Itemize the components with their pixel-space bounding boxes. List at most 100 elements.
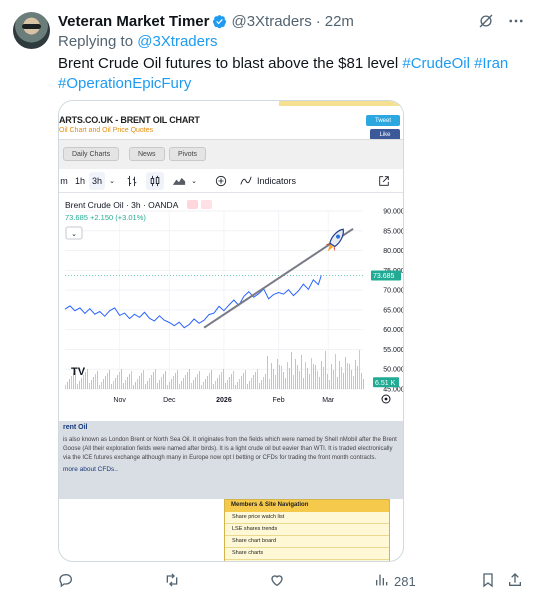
volume-bar bbox=[183, 378, 184, 389]
tweet-header: Veteran Market Timer @3Xtraders · 22m bbox=[58, 11, 354, 31]
views-button[interactable]: 281 bbox=[374, 572, 416, 590]
volume-bar bbox=[363, 379, 364, 389]
share-button[interactable] bbox=[507, 572, 523, 590]
separator-dot: · bbox=[315, 12, 321, 30]
y-tick-label: 45.000 bbox=[383, 387, 404, 394]
chart-price-change: 73.685 +2.150 (+3.01%) bbox=[65, 213, 146, 222]
timestamp[interactable]: 22m bbox=[325, 13, 354, 30]
volume-bar bbox=[359, 350, 360, 389]
volume-bar bbox=[309, 374, 310, 389]
site-tweet-button: Tweet bbox=[366, 115, 400, 126]
volume-bar bbox=[295, 359, 296, 389]
volume-bar bbox=[203, 382, 204, 389]
volume-bar bbox=[169, 382, 170, 389]
hashtag-link[interactable]: #CrudeOil bbox=[402, 55, 470, 72]
retweet-button[interactable] bbox=[164, 572, 180, 590]
volume-bar bbox=[151, 375, 152, 389]
volume-bar bbox=[227, 380, 228, 389]
replying-to-prefix: Replying to bbox=[58, 33, 134, 50]
like-icon bbox=[269, 572, 285, 591]
volume-bar bbox=[133, 385, 134, 389]
volume-bar bbox=[257, 369, 258, 389]
volume-bar bbox=[361, 373, 362, 389]
nav-item: Share price watch list bbox=[225, 512, 389, 524]
site-tab: Pivots bbox=[169, 147, 207, 161]
author-name[interactable]: Veteran Market Timer bbox=[58, 13, 209, 30]
volume-bar bbox=[287, 362, 288, 389]
volume-bar bbox=[241, 376, 242, 389]
site-top-bar bbox=[279, 101, 403, 106]
like-button[interactable] bbox=[269, 572, 285, 590]
volume-bar bbox=[265, 374, 266, 389]
volume-bar bbox=[127, 377, 128, 389]
info-title: rent Oil bbox=[63, 424, 88, 431]
x-tick-label: 2026 bbox=[216, 397, 232, 404]
tweet: Veteran Market Timer @3Xtraders · 22m Re… bbox=[0, 0, 539, 596]
volume-bar bbox=[101, 382, 102, 389]
volume-bar bbox=[329, 380, 330, 389]
volume-bar bbox=[163, 374, 164, 389]
site-like-label: Like bbox=[379, 131, 391, 138]
volume-bar bbox=[225, 383, 226, 389]
volume-bar bbox=[177, 370, 178, 389]
volume-bar bbox=[337, 377, 338, 389]
volume-bar bbox=[143, 370, 144, 389]
tweet-text: Brent Crude Oil futures to blast above t… bbox=[58, 54, 520, 94]
y-tick-label: 80.000 bbox=[383, 248, 404, 255]
settings-gear-icon bbox=[381, 394, 391, 404]
bookmark-button[interactable] bbox=[480, 572, 496, 590]
volume-bar bbox=[237, 382, 238, 389]
chart-toolbar: m 1h 3h ⌄ ⌄ Indicators bbox=[59, 169, 403, 193]
volume-bar bbox=[139, 376, 140, 389]
site-tabs: Daily Charts News Pivots bbox=[59, 139, 403, 169]
area-chart-icon bbox=[171, 172, 187, 190]
replying-to-handle[interactable]: @3Xtraders bbox=[137, 33, 217, 50]
volume-bar bbox=[79, 381, 80, 389]
grok-icon[interactable] bbox=[477, 12, 495, 30]
volume-bar bbox=[95, 374, 96, 389]
bookmark-icon bbox=[480, 572, 496, 591]
verified-badge-icon[interactable] bbox=[212, 14, 227, 29]
tradingview-logo-icon: TV bbox=[71, 366, 86, 378]
volume-tag: 6.51 K bbox=[373, 377, 399, 388]
author-handle[interactable]: @3Xtraders bbox=[231, 13, 311, 30]
nav-item: Share charts bbox=[225, 548, 389, 560]
volume-bar bbox=[195, 377, 196, 389]
tweet-media[interactable]: ARTS.CO.UK - BRENT OIL CHART Oil Chart a… bbox=[58, 100, 404, 562]
avatar[interactable] bbox=[13, 12, 50, 49]
price-chart: 90.00085.00080.00075.00070.00065.00060.0… bbox=[59, 193, 404, 410]
volume-bar bbox=[113, 381, 114, 389]
volume-bar bbox=[299, 371, 300, 389]
volume-bar bbox=[189, 369, 190, 389]
volume-bar bbox=[159, 380, 160, 389]
snapshot-icon bbox=[377, 172, 391, 190]
hashtag-link[interactable]: #OperationEpicFury bbox=[58, 75, 191, 92]
more-icon[interactable] bbox=[507, 12, 525, 30]
chevron-down-icon: ⌄ bbox=[191, 177, 197, 185]
volume-bar bbox=[129, 374, 130, 389]
volume-bar bbox=[315, 365, 316, 389]
volume-bar bbox=[275, 375, 276, 389]
volume-bar bbox=[281, 366, 282, 389]
y-tick-label: 50.000 bbox=[383, 367, 404, 374]
volume-bar bbox=[137, 379, 138, 389]
site-tab: Daily Charts bbox=[63, 147, 120, 161]
site-tab: News bbox=[129, 147, 165, 161]
volume-bar bbox=[229, 377, 230, 389]
volume-bar bbox=[345, 357, 346, 389]
volume-bar bbox=[267, 356, 268, 389]
volume-bar bbox=[149, 378, 150, 389]
volume-bar bbox=[197, 374, 198, 389]
interval-item: 1h bbox=[74, 175, 85, 186]
reply-button[interactable] bbox=[58, 572, 74, 590]
volume-bar bbox=[105, 376, 106, 389]
volume-bar bbox=[77, 384, 78, 389]
volume-bar bbox=[297, 365, 298, 389]
volume-bar bbox=[81, 378, 82, 389]
bar-type-icon bbox=[125, 172, 139, 190]
volume-bar bbox=[165, 371, 166, 389]
site-header: ARTS.CO.UK - BRENT OIL CHART Oil Chart a… bbox=[59, 101, 403, 140]
x-tick-label: Dec bbox=[163, 397, 176, 404]
hashtag-link[interactable]: #Iran bbox=[474, 55, 508, 72]
y-tick-label: 55.000 bbox=[383, 347, 404, 354]
